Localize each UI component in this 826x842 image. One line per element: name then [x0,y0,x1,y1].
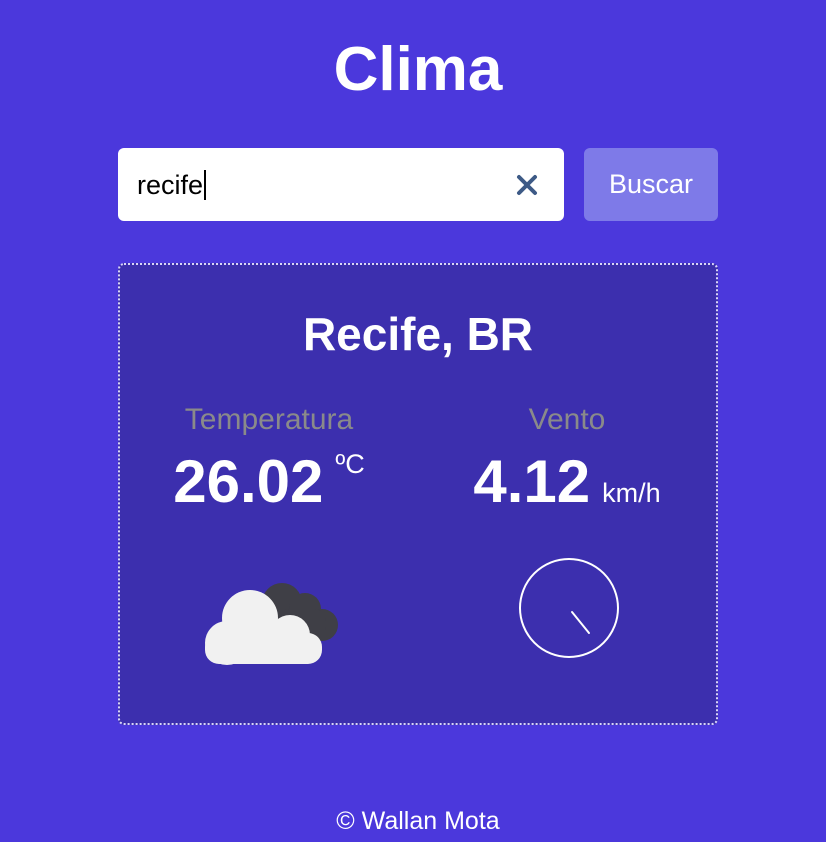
text-caret [204,170,207,200]
search-button[interactable]: Buscar [584,148,718,221]
compass-icon [519,558,619,658]
weather-card: Recife, BR Temperatura 26.02 ºC Vento 4.1… [118,263,718,725]
wind-label: Vento [528,403,606,436]
wind-unit: km/h [602,478,661,508]
wind-panel: Vento 4.12 km/h [418,403,716,515]
temperature-panel: Temperatura 26.02 ºC [120,403,418,515]
wind-value: 4.12 [473,448,591,515]
temperature-unit: ºC [335,449,365,479]
clear-search-button[interactable] [514,172,540,198]
search-box: recife [118,148,564,221]
search-input[interactable]: recife [137,170,207,200]
footer-credit: © Wallan Mota [336,807,500,835]
temperature-value: 26.02 [173,448,324,515]
city-name: Recife, BR [302,308,534,360]
page-title: Clima [333,35,503,104]
wind-row: 4.12 km/h [418,449,716,515]
cloud-icon [205,583,338,665]
close-icon [517,175,537,195]
weather-app: Clima recife Buscar Recife, BR Temperatu… [0,0,826,842]
temperature-label: Temperatura [184,403,354,436]
temperature-row: 26.02 ºC [120,449,418,515]
search-input-value: recife [137,170,204,200]
